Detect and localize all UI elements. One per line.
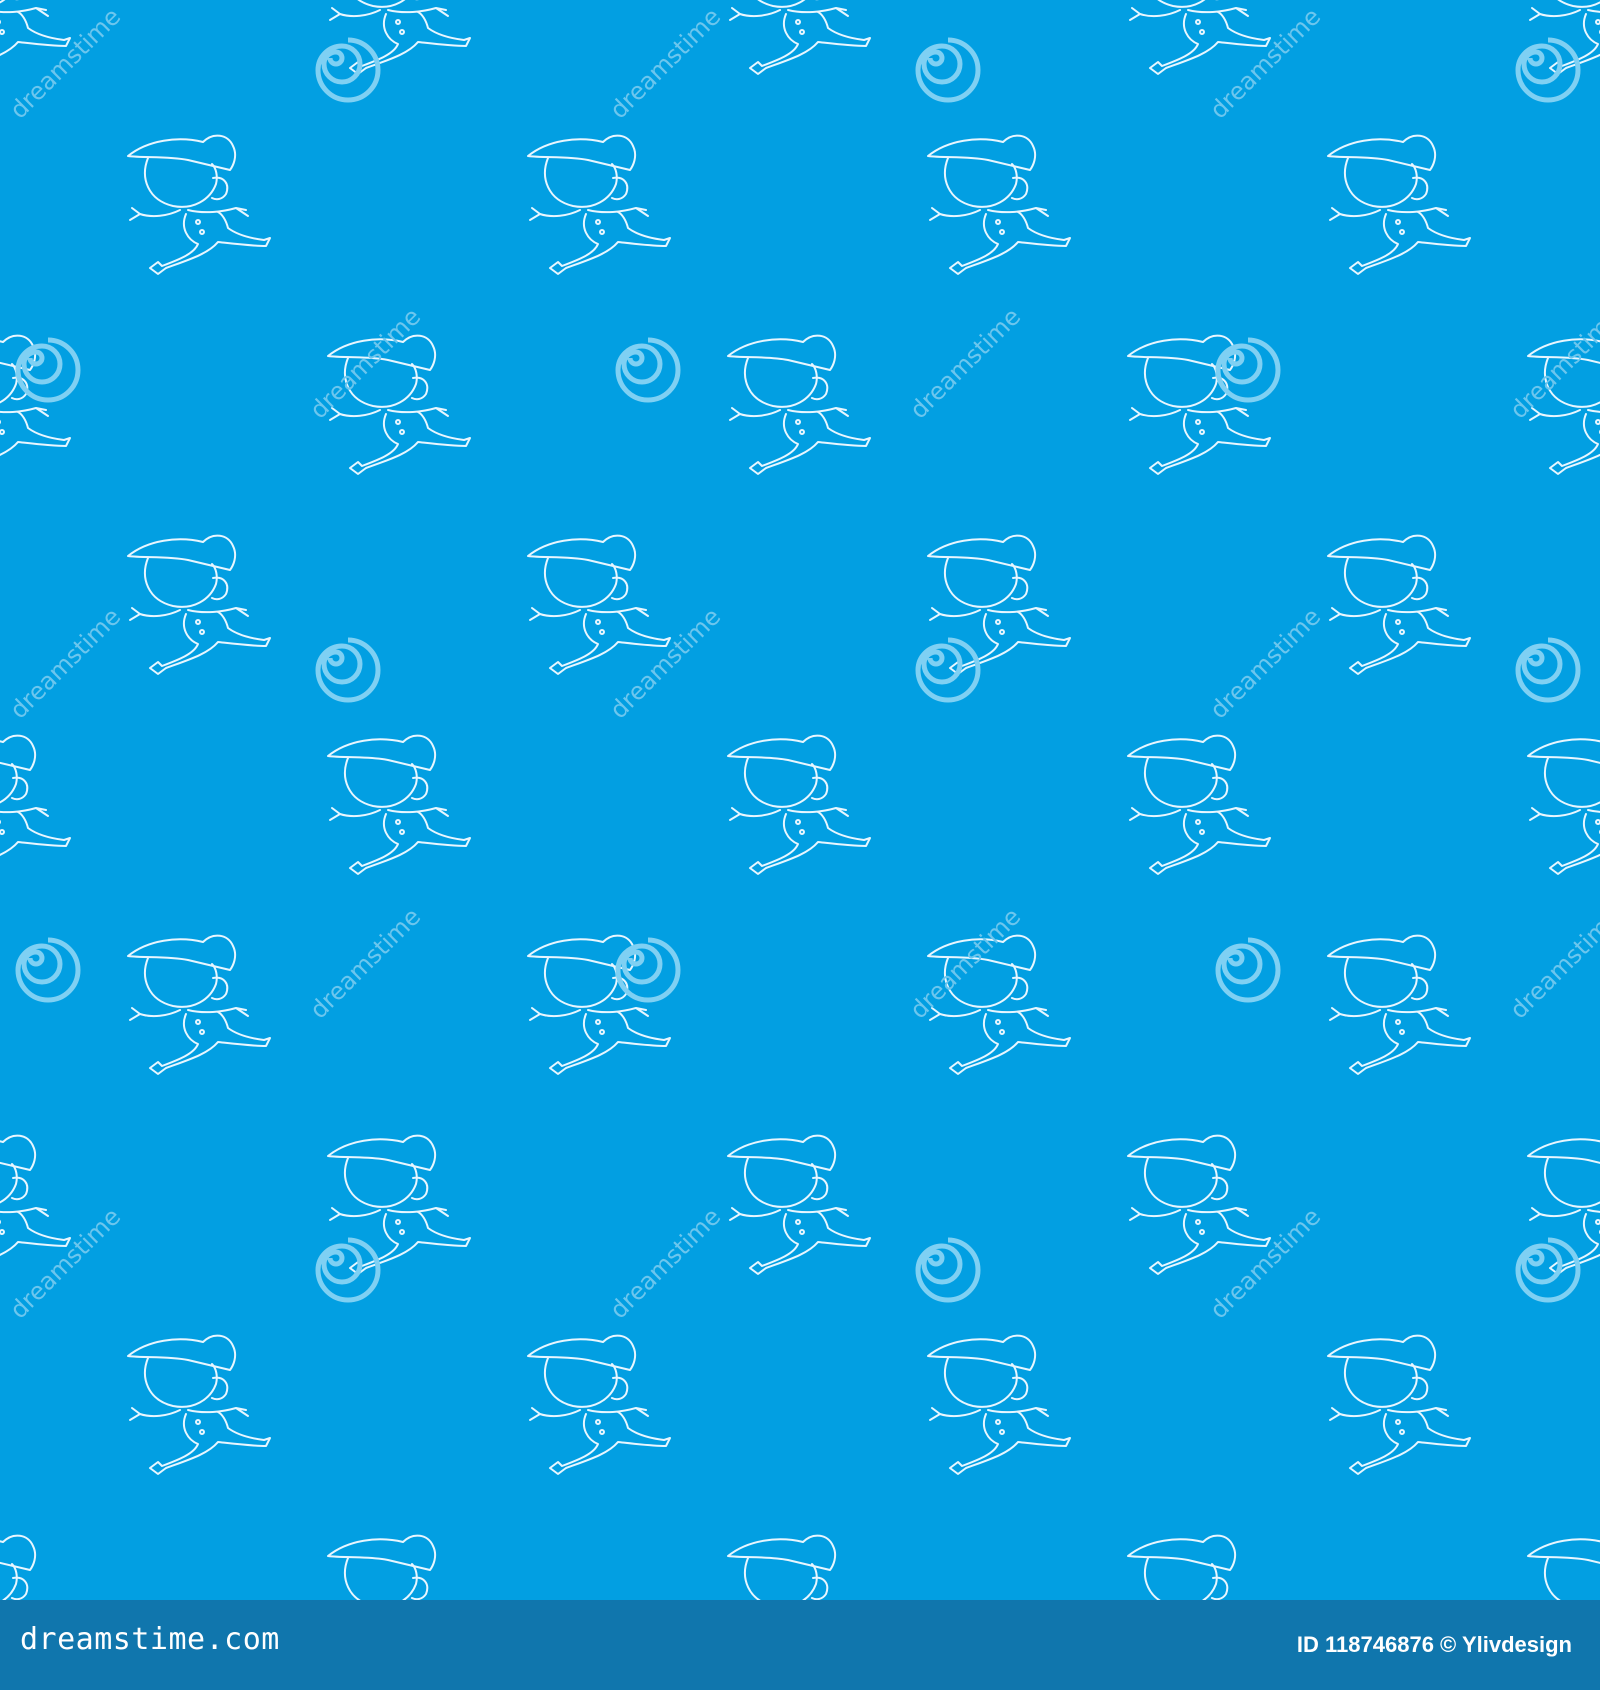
running-boy-icon: [127, 134, 271, 275]
running-boy-icon: [527, 534, 671, 675]
watermark-text: dreamstime: [4, 1203, 126, 1325]
dreamstime-logo[interactable]: dreamstime.com: [20, 1622, 280, 1657]
watermark-text: dreamstime: [4, 3, 126, 125]
running-boy-icon: [1327, 134, 1471, 275]
running-boy-icon: [727, 1134, 871, 1275]
running-boy-icon: [1127, 334, 1271, 475]
running-boy-icon: [1527, 734, 1600, 875]
watermark-text: dreamstime: [604, 3, 726, 125]
watermark-text: dreamstime: [1504, 903, 1600, 1025]
running-boy-icon: [127, 534, 271, 675]
spiral-icon: [18, 940, 78, 1000]
running-boy-icon: [327, 734, 471, 875]
running-boy-icon: [1127, 1134, 1271, 1275]
running-boy-icon: [927, 134, 1071, 275]
spiral-icon: [18, 340, 78, 400]
spiral-icon: [918, 1240, 978, 1300]
running-boy-icon: [127, 934, 271, 1075]
running-boy-icon: [927, 534, 1071, 675]
spiral-icon: [318, 40, 378, 100]
spiral-icon: [918, 40, 978, 100]
watermark-text: dreamstime: [304, 303, 426, 425]
running-boy-icon: [0, 734, 71, 875]
running-boy-icon: [727, 1534, 871, 1600]
spiral-icon: [1218, 340, 1278, 400]
spiral-icon: [1518, 1240, 1578, 1300]
watermark-text: dreamstime: [604, 1203, 726, 1325]
running-boy-icon: [0, 1534, 71, 1600]
watermark-text: dreamstime: [1204, 3, 1326, 125]
running-boy-icon: [327, 1534, 471, 1600]
watermark-text: dreamstime: [1204, 603, 1326, 725]
running-boy-icon: [927, 1334, 1071, 1475]
watermark-text: dreamstime: [304, 903, 426, 1025]
watermark-text: dreamstime: [604, 603, 726, 725]
running-boy-icon: [1327, 534, 1471, 675]
spiral-icon: [318, 1240, 378, 1300]
running-boy-icon: [1327, 934, 1471, 1075]
running-boy-icon: [1527, 1534, 1600, 1600]
running-boy-icon: [527, 134, 671, 275]
running-boy-icon: [527, 934, 671, 1075]
running-boy-icon: [327, 0, 471, 75]
running-boy-icon: [1127, 1534, 1271, 1600]
spiral-icon: [318, 640, 378, 700]
running-boy-icon: [727, 0, 871, 75]
watermark-text: dreamstime: [904, 303, 1026, 425]
running-boy-icon: [927, 934, 1071, 1075]
spiral-icon: [1518, 640, 1578, 700]
footer-bar: dreamstime.com ID 118746876 © Ylivdesign: [0, 1600, 1600, 1690]
spiral-icon: [918, 640, 978, 700]
running-boy-icon: [327, 1134, 471, 1275]
running-boy-icon: [727, 334, 871, 475]
spiral-icon: [618, 940, 678, 1000]
running-boy-icon: [727, 734, 871, 875]
watermark-text: dreamstime: [4, 603, 126, 725]
running-boy-icon: [1327, 1334, 1471, 1475]
running-boy-icon: [327, 334, 471, 475]
watermark-text: dreamstime: [904, 903, 1026, 1025]
watermark-text: dreamstime: [1204, 1203, 1326, 1325]
running-boy-icon: [1127, 734, 1271, 875]
spiral-icon: [1218, 940, 1278, 1000]
running-boy-icon: [527, 1334, 671, 1475]
image-credit: ID 118746876 © Ylivdesign: [1296, 1632, 1572, 1657]
running-boy-icon: [127, 1334, 271, 1475]
spiral-icon: [1518, 40, 1578, 100]
spiral-icon: [618, 340, 678, 400]
pattern-canvas: dreamstime dreamstime dreamstime dreamstime…: [0, 0, 1600, 1600]
